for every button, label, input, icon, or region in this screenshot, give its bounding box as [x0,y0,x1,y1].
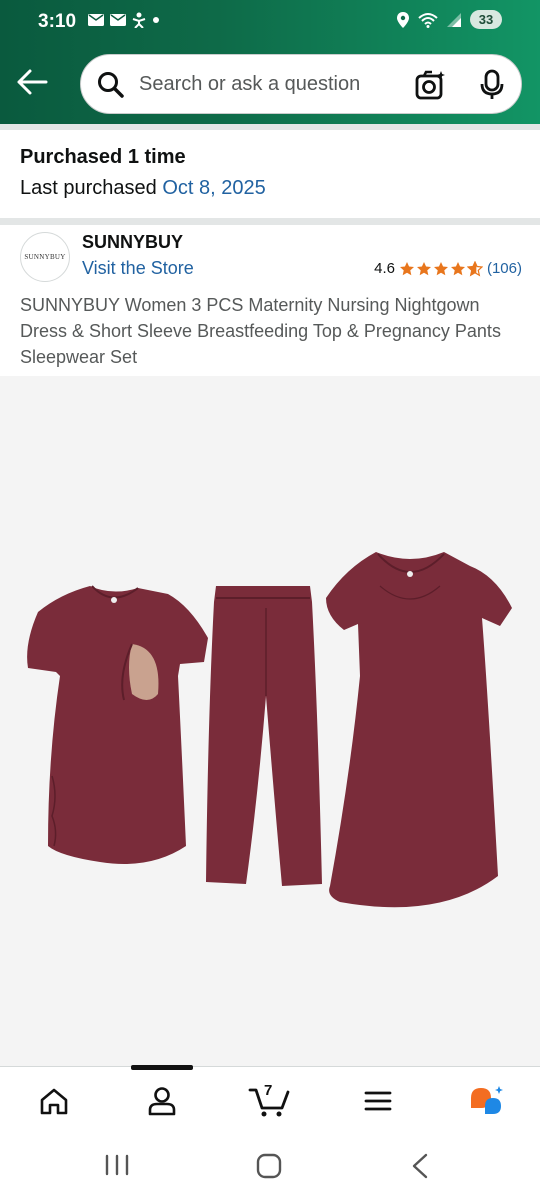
system-icons: 33 [396,10,502,29]
star-rating [399,260,483,277]
purchase-history: Purchased 1 time Last purchased Oct 8, 2… [20,146,266,200]
wifi-icon [418,12,438,28]
dot-icon [153,17,159,23]
microphone-icon[interactable] [479,69,505,101]
home-button-icon[interactable] [256,1153,282,1179]
garment-set-illustration [27,552,512,908]
brand-name: SUNNYBUY [82,232,184,252]
brand-row: SUNNYBUY SUNNYBUY Visit the Store 4.6 (1… [20,230,522,286]
search-input[interactable]: Search or ask a question [139,73,360,96]
status-time: 3:10 [38,11,77,32]
visit-store-link[interactable]: Visit the Store [82,258,194,279]
mail-icon [88,14,104,26]
system-navigation-bar [0,1136,540,1200]
search-bar[interactable]: Search or ask a question [80,54,522,114]
nav-cart[interactable]: 7 [244,1081,294,1121]
nav-rufus[interactable] [460,1081,510,1121]
active-tab-indicator [131,1065,193,1070]
product-image[interactable] [0,376,540,1066]
mail-icon [110,14,126,26]
pants-image [206,586,322,886]
last-purchased: Last purchased Oct 8, 2025 [20,177,266,200]
nightgown-dress-image [326,552,512,908]
app-header: 3:10 33 Search or ask a question [0,0,540,124]
search-icon [98,72,124,98]
product-title: SUNNYBUY Women 3 PCS Maternity Nursing N… [20,295,501,367]
battery-indicator: 33 [470,10,502,29]
divider [0,218,540,225]
last-purchased-date-link[interactable]: Oct 8, 2025 [162,177,265,199]
rufus-icon [471,1086,503,1114]
location-icon [397,11,409,28]
nav-menu[interactable] [353,1081,403,1121]
camera-lens-icon[interactable] [415,69,447,101]
back-button-icon[interactable] [410,1153,430,1179]
brand-logo[interactable]: SUNNYBUY [20,232,70,282]
cart-count-badge: 7 [264,1082,273,1099]
nav-home[interactable] [29,1081,79,1121]
nav-account[interactable] [137,1081,187,1121]
account-icon [148,1087,176,1116]
divider [0,124,540,130]
purchase-count: Purchased 1 time [20,146,186,168]
rating-value: 4.6 [374,260,395,277]
status-bar: 3:10 33 [0,0,540,44]
menu-icon [364,1091,392,1111]
person-activity-icon [132,12,146,28]
nursing-top-image [27,585,208,864]
star-half-icon [466,260,483,276]
signal-icon [447,12,461,27]
star-full-icon [450,261,465,275]
back-arrow-icon[interactable] [16,68,48,96]
rating-summary[interactable]: 4.6 (106) [374,260,522,277]
recent-apps-icon[interactable] [104,1154,130,1176]
last-purchased-label: Last purchased [20,177,163,199]
review-count-link[interactable]: (106) [487,260,522,277]
star-full-icon [433,261,448,275]
bottom-navigation: 7 [0,1065,540,1136]
star-full-icon [399,261,414,275]
star-full-icon [416,261,431,275]
home-icon [40,1088,68,1115]
notification-icons [88,12,160,28]
